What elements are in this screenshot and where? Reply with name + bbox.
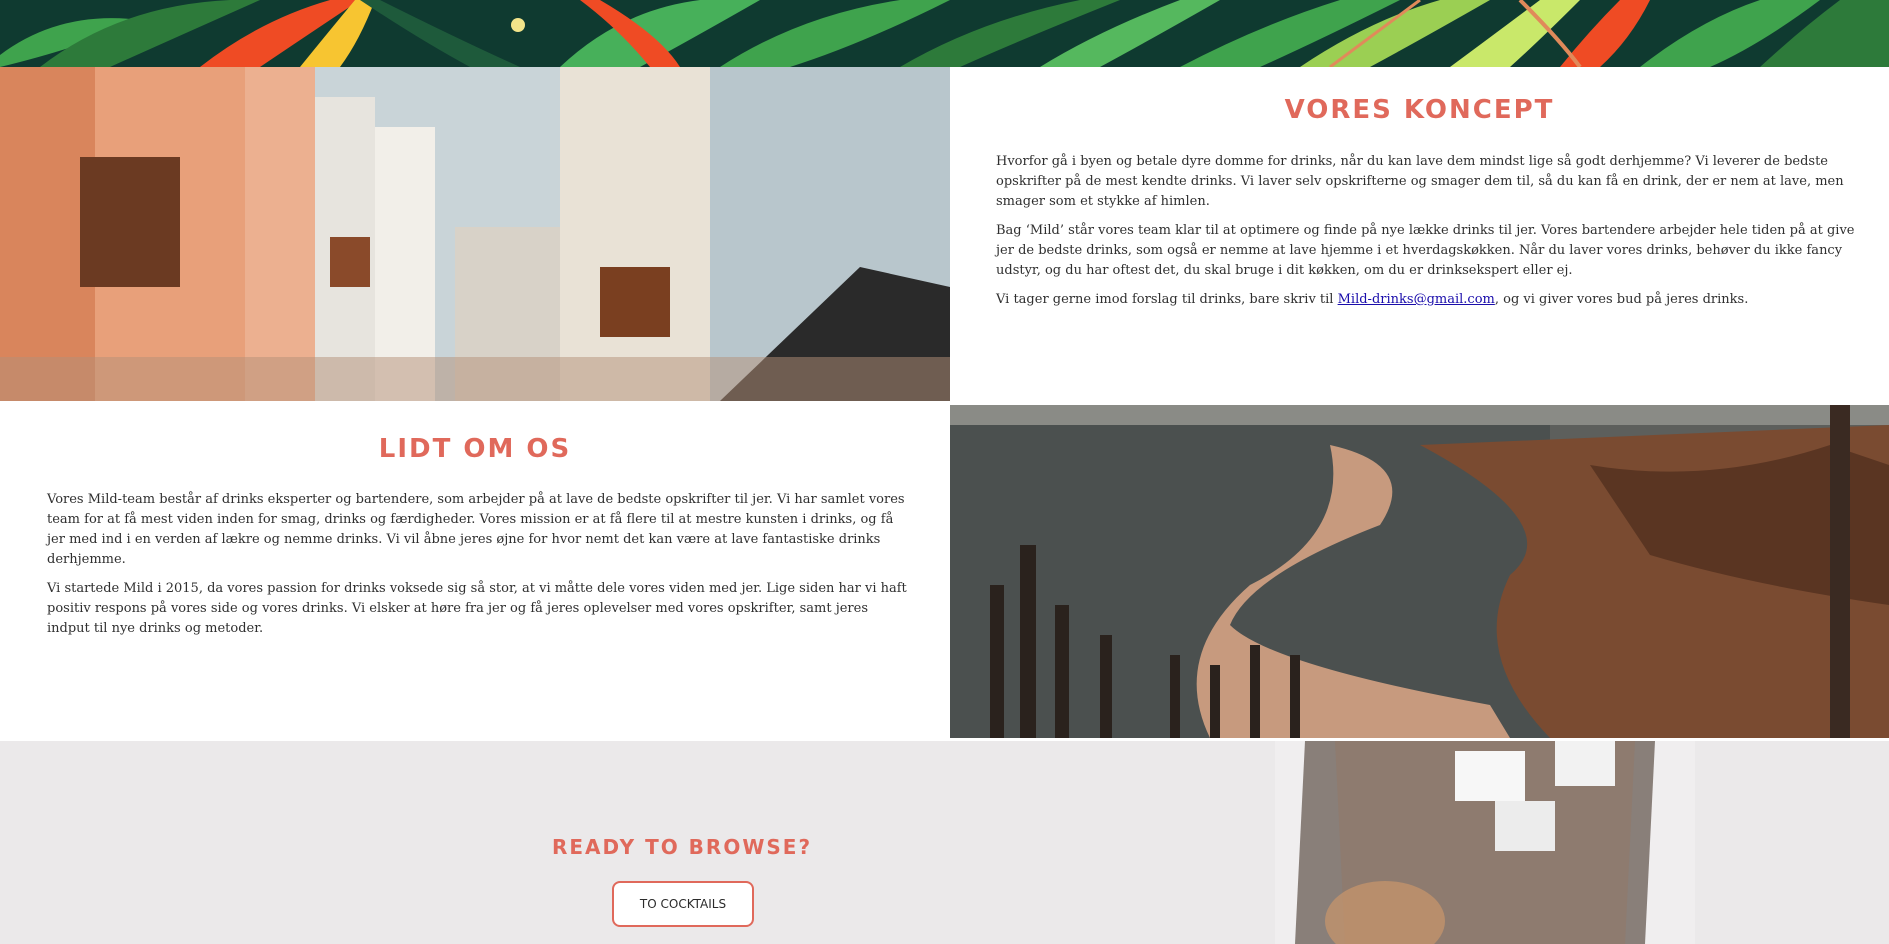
about-text: Vores Mild-team består af drinks ekspert… [47, 490, 907, 648]
tropical-leaves-illustration [0, 0, 1889, 67]
cocktail-glass-photo [1275, 741, 1695, 944]
to-cocktails-button[interactable]: TO COCKTAILS [612, 881, 754, 927]
concept-paragraph-3: Vi tager gerne imod forslag til drinks, … [996, 290, 1862, 310]
about-paragraph-1: Vores Mild-team består af drinks ekspert… [47, 492, 905, 567]
concept-title: VORES KONCEPT [1284, 95, 1555, 125]
concept-paragraph-2: Bag ‘Mild’ står vores team klar til at o… [996, 223, 1855, 278]
coast-photo [950, 405, 1889, 738]
colorful-street-illustration [0, 67, 950, 401]
email-link[interactable]: Mild-drinks@gmail.com [1338, 292, 1495, 307]
about-section: LIDT OM OS Vores Mild-team består af dri… [0, 401, 950, 741]
concept-text: Hvorfor gå i byen og betale dyre domme f… [996, 152, 1862, 319]
concept-section: VORES KONCEPT Hvorfor gå i byen og betal… [950, 67, 1889, 401]
coastal-promenade-illustration [950, 405, 1889, 738]
browse-title: READY TO BROWSE? [551, 835, 813, 859]
street-photo [0, 67, 950, 401]
concept-paragraph-1: Hvorfor gå i byen og betale dyre domme f… [996, 154, 1844, 209]
about-title: LIDT OM OS [378, 434, 572, 464]
concept-paragraph-3-start: Vi tager gerne imod forslag til drinks, … [996, 292, 1338, 307]
about-paragraph-2: Vi startede Mild i 2015, da vores passio… [47, 581, 907, 636]
browse-section: READY TO BROWSE? TO COCKTAILS [0, 741, 1889, 944]
tropical-banner [0, 0, 1889, 67]
concept-paragraph-3-end: , og vi giver vores bud på jeres drinks. [1494, 292, 1749, 307]
